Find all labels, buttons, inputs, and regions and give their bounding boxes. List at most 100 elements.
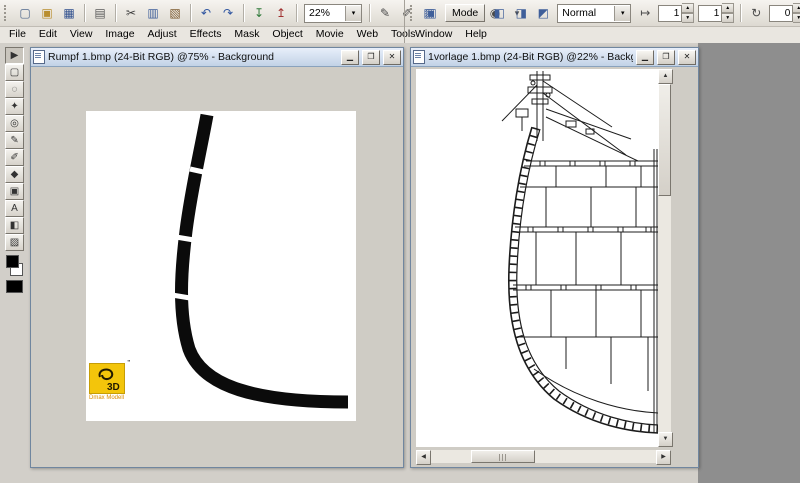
canvas-vorlage[interactable]	[416, 69, 658, 447]
toolbar-grip[interactable]	[410, 5, 416, 21]
canvas-rumpf[interactable]: 3D ” Dmax Modell	[86, 111, 356, 421]
merge-mode-combobox[interactable]: Normal ▾	[557, 4, 631, 23]
scroll-up-icon[interactable]: ▲	[658, 69, 673, 84]
window-title: 1vorlage 1.bmp (24-Bit RGB) @22% - Backg…	[428, 51, 633, 63]
lasso-mask-tool[interactable]: ◌	[5, 81, 24, 98]
current-fill-swatch[interactable]	[6, 280, 23, 293]
undo-icon[interactable]: ↶	[196, 3, 216, 23]
toolbar-dock-divider	[404, 0, 405, 43]
scroll-down-icon[interactable]: ▼	[658, 432, 673, 447]
new-icon[interactable]: ▢	[15, 3, 35, 23]
spin-up-icon[interactable]: ▲	[682, 3, 694, 13]
fill-tool[interactable]: ◧	[5, 217, 24, 234]
vertical-scrollbar-thumb[interactable]	[658, 84, 671, 196]
toolbar-grip[interactable]	[4, 5, 10, 21]
scrollbar-grip	[499, 454, 508, 461]
close-button[interactable]: ✕	[383, 50, 401, 65]
rotate-icon[interactable]: ↻	[746, 3, 766, 23]
application-window: ▢ ▣ ▦ ▤ ✂ ▥ ▧ ↶ ↷ ↧ ↥ 22% ▾ ✎ ✐ ▨ ◨ ◧	[0, 0, 800, 483]
toolbar-separator	[296, 4, 297, 22]
window-title: Rumpf 1.bmp (24-Bit RGB) @75% - Backgrou…	[48, 51, 338, 63]
height-spinner[interactable]: 1 ▲▼	[698, 3, 734, 23]
mask-add-icon[interactable]: ◨	[511, 3, 531, 23]
minimize-button[interactable]: ▁	[341, 50, 359, 65]
feather-icon[interactable]: ↦	[635, 3, 655, 23]
menu-mask[interactable]: Mask	[229, 27, 264, 41]
paint-tool[interactable]: ✐	[5, 149, 24, 166]
scroll-left-icon[interactable]: ◀	[416, 450, 431, 465]
cut-icon[interactable]: ✂	[121, 3, 141, 23]
desktop-area	[698, 43, 800, 483]
document-area-rumpf: 3D ” Dmax Modell	[31, 66, 403, 467]
vertical-scrollbar[interactable]: ▲ ▼	[658, 69, 671, 447]
horizontal-scrollbar-thumb[interactable]	[471, 450, 535, 463]
menu-web[interactable]: Web	[352, 27, 383, 41]
spin-up-icon[interactable]: ▲	[793, 3, 800, 13]
toolbar-separator	[369, 4, 370, 22]
paste-icon[interactable]: ▧	[165, 3, 185, 23]
3d-model-logo-box: 3D ”	[89, 363, 125, 394]
pencil-icon[interactable]: ✎	[375, 3, 395, 23]
zoom-level-combobox[interactable]: 22% ▾	[304, 4, 362, 23]
logo-glyph: 3D	[90, 364, 124, 393]
spin-down-icon[interactable]: ▼	[793, 13, 800, 23]
eyedropper-tool[interactable]: ✎	[5, 132, 24, 149]
object-pick-tool[interactable]: ▶	[5, 47, 24, 64]
restore-button[interactable]: ❐	[362, 50, 380, 65]
color-swatches[interactable]	[5, 255, 24, 277]
mask-subtract-icon[interactable]: ◩	[533, 3, 553, 23]
menu-help[interactable]: Help	[460, 27, 492, 41]
spin-up-icon[interactable]: ▲	[722, 3, 734, 13]
menu-object[interactable]: Object	[267, 27, 307, 41]
text-tool[interactable]: A	[5, 200, 24, 217]
minimize-button[interactable]: ▁	[636, 50, 654, 65]
close-button[interactable]: ✕	[678, 50, 696, 65]
restore-button[interactable]: ❐	[657, 50, 675, 65]
menu-bar: File Edit View Image Adjust Effects Mask…	[0, 27, 800, 44]
rotate-spinner[interactable]: 0 ▲▼	[769, 3, 800, 23]
menu-movie[interactable]: Movie	[311, 27, 349, 41]
menu-edit[interactable]: Edit	[34, 27, 62, 41]
magic-wand-tool[interactable]: ✦	[5, 98, 24, 115]
scroll-right-icon[interactable]: ▶	[656, 450, 671, 465]
3d-model-logo: 3D ” Dmax Modell	[89, 363, 131, 402]
menu-file[interactable]: File	[4, 27, 31, 41]
menu-image[interactable]: Image	[100, 27, 139, 41]
chevron-down-icon[interactable]: ▾	[345, 6, 361, 21]
rotate-spinner-value: 0	[769, 5, 793, 22]
width-spinner[interactable]: 1 ▲▼	[658, 3, 694, 23]
checker-icon[interactable]: ▣	[421, 3, 441, 23]
zoom-tool[interactable]: ◎	[5, 115, 24, 132]
horizontal-scrollbar[interactable]: ◀ ▶	[416, 450, 671, 463]
mask-normal-icon[interactable]: ◧	[489, 3, 509, 23]
document-window-rumpf: Rumpf 1.bmp (24-Bit RGB) @75% - Backgrou…	[30, 47, 404, 468]
menu-effects[interactable]: Effects	[185, 27, 227, 41]
menu-view[interactable]: View	[65, 27, 98, 41]
toolbar-separator	[84, 4, 85, 22]
clone-tool[interactable]: ▣	[5, 183, 24, 200]
shape-tool[interactable]: ▨	[5, 234, 24, 251]
mode-button[interactable]: Mode	[445, 4, 485, 22]
foreground-color-swatch[interactable]	[6, 255, 19, 268]
menu-adjust[interactable]: Adjust	[142, 27, 181, 41]
print-icon[interactable]: ▤	[90, 3, 110, 23]
document-area-vorlage: ▲ ▼ ◀ ▶	[411, 66, 698, 467]
logo-caption: Dmax Modell	[89, 395, 131, 402]
height-spinner-value: 1	[698, 5, 722, 22]
redo-icon[interactable]: ↷	[218, 3, 238, 23]
open-icon[interactable]: ▣	[37, 3, 57, 23]
chevron-down-icon[interactable]: ▾	[614, 6, 630, 21]
toolbar-separator	[115, 4, 116, 22]
menu-window[interactable]: Window	[410, 27, 457, 41]
rect-mask-tool[interactable]: ▢	[5, 64, 24, 81]
titlebar-vorlage[interactable]: 1vorlage 1.bmp (24-Bit RGB) @22% - Backg…	[411, 48, 698, 67]
import-icon[interactable]: ↧	[249, 3, 269, 23]
effect-tool[interactable]: ◆	[5, 166, 24, 183]
spin-down-icon[interactable]: ▼	[722, 13, 734, 23]
titlebar-rumpf[interactable]: Rumpf 1.bmp (24-Bit RGB) @75% - Backgrou…	[31, 48, 403, 67]
save-icon[interactable]: ▦	[59, 3, 79, 23]
spin-down-icon[interactable]: ▼	[682, 13, 694, 23]
copy-icon[interactable]: ▥	[143, 3, 163, 23]
merge-mode-value: Normal	[558, 7, 614, 19]
export-icon[interactable]: ↥	[271, 3, 291, 23]
